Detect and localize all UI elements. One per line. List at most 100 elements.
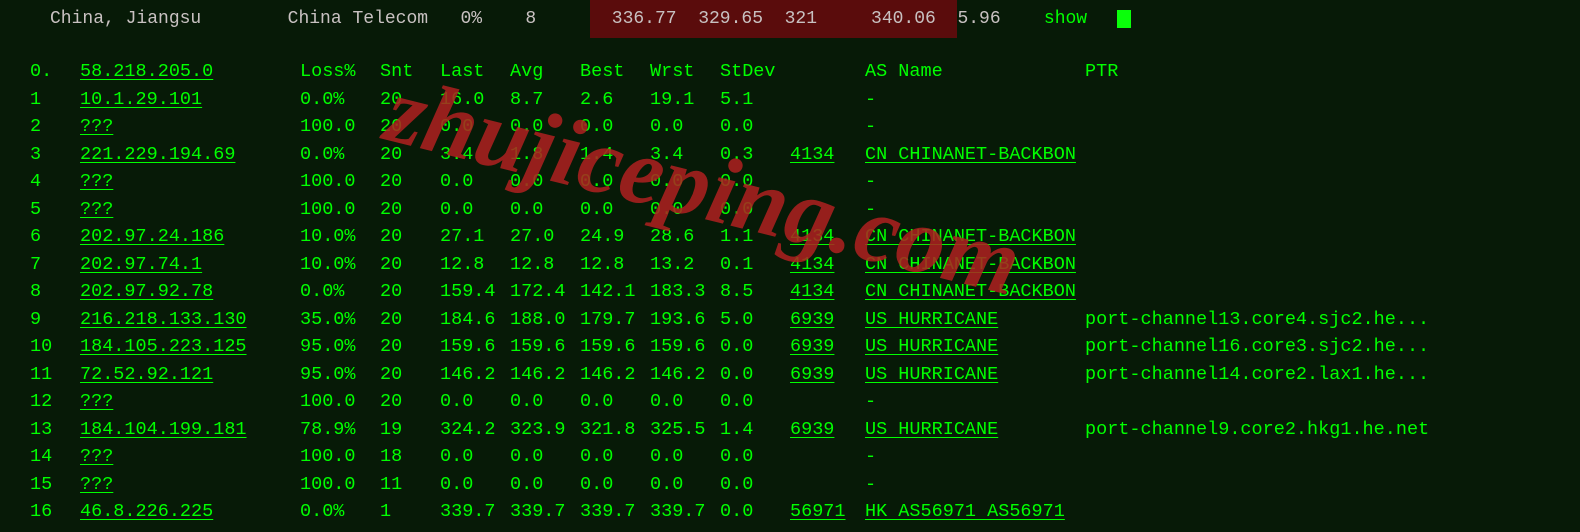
hop-asn[interactable]: 6939 — [790, 361, 865, 389]
hop-asname: - — [865, 86, 1085, 114]
hop-asn — [790, 443, 865, 471]
hop-number: 3 — [30, 141, 80, 169]
hop-number: 2 — [30, 113, 80, 141]
hop-ptr — [1085, 471, 1485, 499]
hop-ip[interactable]: 216.218.133.130 — [80, 306, 300, 334]
hop-asname[interactable]: CN CHINANET-BACKBON — [865, 278, 1085, 306]
hop-asname[interactable]: CN CHINANET-BACKBON — [865, 141, 1085, 169]
hop-asname[interactable]: CN CHINANET-BACKBON — [865, 251, 1085, 279]
hop-wrst: 28.6 — [650, 223, 720, 251]
hop-asn[interactable]: 6939 — [790, 333, 865, 361]
hop-stdev: 0.0 — [720, 443, 790, 471]
hop-snt: 20 — [380, 306, 440, 334]
hop-best: 339.7 — [580, 498, 650, 526]
hop-ip[interactable]: 202.97.92.78 — [80, 278, 300, 306]
table-row: 6202.97.24.18610.0%2027.127.024.928.61.1… — [30, 223, 1580, 251]
hop-asn[interactable]: 4134 — [790, 223, 865, 251]
hop-ptr: port-channel13.core4.sjc2.he... — [1085, 306, 1485, 334]
hop-asname[interactable]: US HURRICANE — [865, 416, 1085, 444]
hop-asname[interactable]: HK AS56971 AS56971 — [865, 498, 1085, 526]
hop-number: 10 — [30, 333, 80, 361]
hop-loss: 95.0% — [300, 333, 380, 361]
hop-asn[interactable]: 56971 — [790, 498, 865, 526]
hop-asname[interactable]: US HURRICANE — [865, 333, 1085, 361]
hop-snt: 18 — [380, 443, 440, 471]
hop-ip[interactable]: ??? — [80, 168, 300, 196]
hop-stdev: 1.1 — [720, 223, 790, 251]
hop-best: 0.0 — [580, 113, 650, 141]
hop-asn[interactable]: 6939 — [790, 306, 865, 334]
hop-asname[interactable]: US HURRICANE — [865, 306, 1085, 334]
table-row: 10184.105.223.12595.0%20159.6159.6159.61… — [30, 333, 1580, 361]
hop-best: 142.1 — [580, 278, 650, 306]
hop-ptr: port-channel16.core3.sjc2.he... — [1085, 333, 1485, 361]
hop-asn — [790, 168, 865, 196]
table-row: 15???100.0110.00.00.00.00.0- — [30, 471, 1580, 499]
hop-asname[interactable]: US HURRICANE — [865, 361, 1085, 389]
hop-ptr — [1085, 141, 1485, 169]
hop-loss: 100.0 — [300, 113, 380, 141]
hop-ptr — [1085, 223, 1485, 251]
hop-asn[interactable]: 4134 — [790, 278, 865, 306]
mtr-table: 0. 58.218.205.0 Loss% Snt Last Avg Best … — [30, 58, 1580, 526]
hop-asname: - — [865, 388, 1085, 416]
hop-loss: 100.0 — [300, 471, 380, 499]
table-row: 3221.229.194.690.0%203.41.81.43.40.34134… — [30, 141, 1580, 169]
hop-ip[interactable]: 10.1.29.101 — [80, 86, 300, 114]
hop-loss: 10.0% — [300, 251, 380, 279]
hop-ptr — [1085, 498, 1485, 526]
summary-loss: 0% — [461, 9, 483, 29]
hop-avg: 188.0 — [510, 306, 580, 334]
hop-ip[interactable]: ??? — [80, 196, 300, 224]
hop-ip[interactable]: 221.229.194.69 — [80, 141, 300, 169]
table-row: 1646.8.226.2250.0%1339.7339.7339.7339.70… — [30, 498, 1580, 526]
hop-wrst: 0.0 — [650, 113, 720, 141]
hop-snt: 20 — [380, 223, 440, 251]
hop-ip[interactable]: 46.8.226.225 — [80, 498, 300, 526]
col-ip[interactable]: 58.218.205.0 — [80, 58, 300, 86]
hop-asn[interactable]: 6939 — [790, 416, 865, 444]
hop-wrst: 193.6 — [650, 306, 720, 334]
hop-stdev: 5.1 — [720, 86, 790, 114]
hop-ptr — [1085, 278, 1485, 306]
hop-ip[interactable]: ??? — [80, 471, 300, 499]
hop-last: 159.4 — [440, 278, 510, 306]
hop-asn[interactable]: 4134 — [790, 251, 865, 279]
summary-last: 336.77 329.65 321 340.06 — [590, 0, 957, 38]
hop-last: 27.1 — [440, 223, 510, 251]
hop-snt: 1 — [380, 498, 440, 526]
hop-snt: 11 — [380, 471, 440, 499]
bar-indicator-icon — [1117, 10, 1131, 28]
hop-wrst: 183.3 — [650, 278, 720, 306]
hop-ip[interactable]: ??? — [80, 388, 300, 416]
hop-ip[interactable]: 202.97.24.186 — [80, 223, 300, 251]
hop-stdev: 0.0 — [720, 471, 790, 499]
table-row: 2???100.0200.00.00.00.00.0- — [30, 113, 1580, 141]
hop-ip[interactable]: 184.105.223.125 — [80, 333, 300, 361]
hop-asn — [790, 196, 865, 224]
hop-stdev: 0.0 — [720, 196, 790, 224]
hop-ip[interactable]: 202.97.74.1 — [80, 251, 300, 279]
hop-last: 146.2 — [440, 361, 510, 389]
table-row: 8202.97.92.780.0%20159.4172.4142.1183.38… — [30, 278, 1580, 306]
hop-ip[interactable]: ??? — [80, 443, 300, 471]
hop-loss: 100.0 — [300, 168, 380, 196]
hop-best: 2.6 — [580, 86, 650, 114]
show-link[interactable]: show — [1044, 9, 1087, 29]
hop-asname[interactable]: CN CHINANET-BACKBON — [865, 223, 1085, 251]
hop-avg: 27.0 — [510, 223, 580, 251]
hop-ptr — [1085, 168, 1485, 196]
col-loss: Loss% — [300, 58, 380, 86]
hop-last: 0.0 — [440, 443, 510, 471]
hop-ip[interactable]: 184.104.199.181 — [80, 416, 300, 444]
hop-asn[interactable]: 4134 — [790, 141, 865, 169]
hop-last: 3.4 — [440, 141, 510, 169]
table-row: 110.1.29.1010.0%2016.08.72.619.15.1- — [30, 86, 1580, 114]
hop-avg: 0.0 — [510, 471, 580, 499]
summary-row: China, Jiangsu China Telecom 0% 8 336.77… — [0, 0, 1580, 38]
hop-ip[interactable]: 72.52.92.121 — [80, 361, 300, 389]
hop-ip[interactable]: ??? — [80, 113, 300, 141]
hop-snt: 20 — [380, 168, 440, 196]
hop-wrst: 19.1 — [650, 86, 720, 114]
hop-asname: - — [865, 196, 1085, 224]
